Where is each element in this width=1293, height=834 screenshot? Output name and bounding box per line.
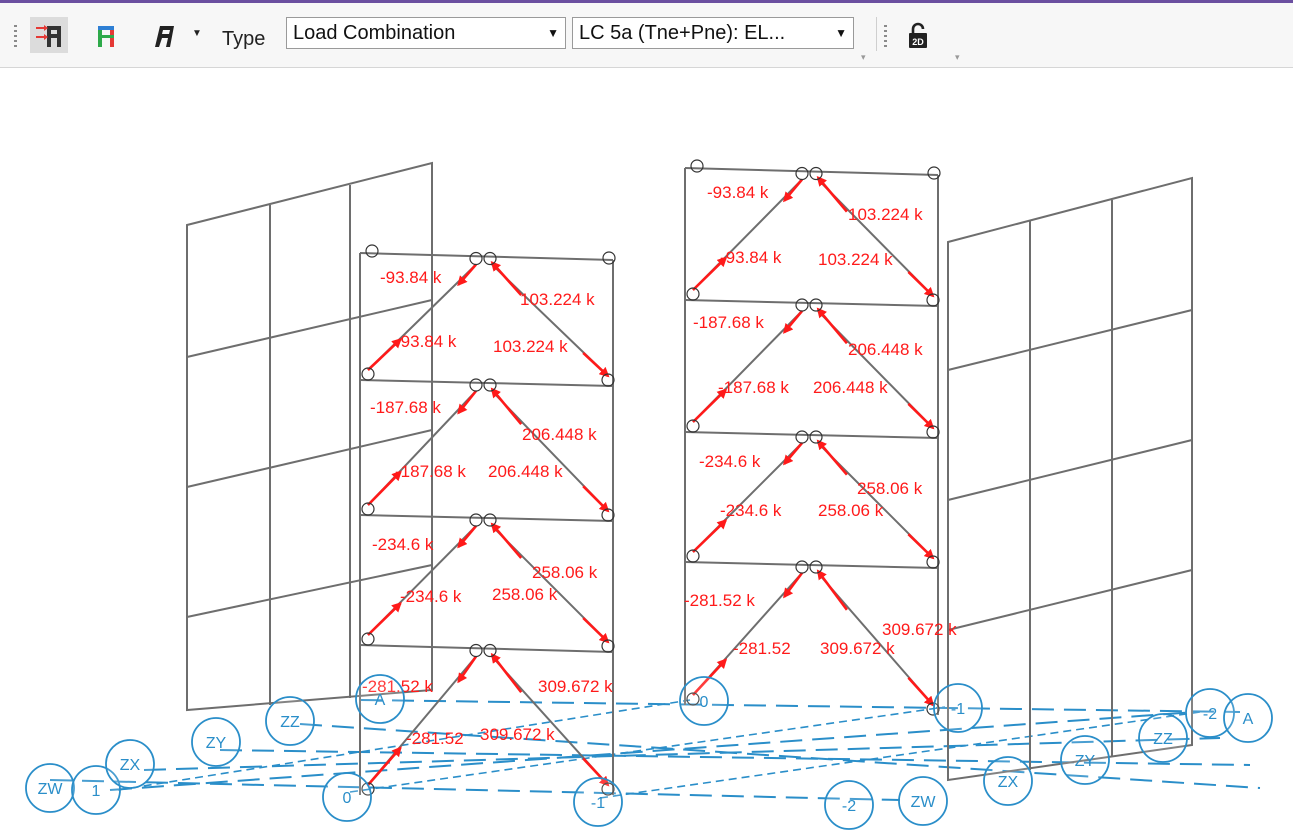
right-frame-force-arrow bbox=[816, 307, 848, 345]
grid-bubble-zx: ZX bbox=[998, 774, 1019, 791]
left-frame-force-label-left: -234.6 k bbox=[400, 587, 462, 606]
left-frame-force-label-right: 258.06 k bbox=[492, 585, 558, 604]
right-frame-force-arrow bbox=[782, 178, 803, 203]
left-frame-force-arrow bbox=[457, 263, 477, 287]
right-frame-force-label-left: -234.6 k bbox=[720, 501, 782, 520]
right-frame-force-label-right: 206.448 k bbox=[813, 378, 888, 397]
left-frame-force-label-left: -234.6 k bbox=[372, 535, 434, 554]
left-frame-force-label-left: -281.52 bbox=[406, 729, 464, 748]
right-frame-force-arrow bbox=[816, 175, 848, 213]
force-labels: -93.84 k 103.224 k -93.84 k 103.224 k -187.6… bbox=[362, 183, 957, 748]
grid-bubble-minus1: -1 bbox=[951, 701, 965, 718]
right-frame-force-label-left: -281.52 k bbox=[684, 591, 755, 610]
left-frame-force-label-right: 258.06 k bbox=[532, 563, 598, 582]
right-frame-hinge bbox=[795, 430, 809, 444]
left-frame-force-label-right: 103.224 k bbox=[520, 290, 595, 309]
right-frame-force-label-left: -187.68 k bbox=[693, 313, 764, 332]
left-frame-force-arrow bbox=[490, 522, 523, 559]
right-frame-force-arrow bbox=[782, 442, 803, 466]
model-viewport[interactable]: -93.84 k 103.224 k -93.84 k 103.224 k -187.6… bbox=[0, 0, 1293, 834]
left-frame-force-arrow bbox=[490, 387, 523, 426]
left-frame-force-label-right: 309.672 k bbox=[480, 725, 555, 744]
grid-bubble-a: A bbox=[1243, 711, 1254, 728]
right-frame-force-label-right: 258.06 k bbox=[818, 501, 884, 520]
right-frame-force-label-left: -234.6 k bbox=[699, 452, 761, 471]
left-frame-force-arrow bbox=[367, 601, 402, 636]
right-frame-force-label-left: -187.68 k bbox=[718, 378, 789, 397]
left-frame-force-label-left: -187.68 k bbox=[395, 462, 466, 481]
left-frame-hinge bbox=[469, 513, 483, 527]
right-frame-force-label-left: -93.84 k bbox=[707, 183, 769, 202]
right-frame-hinge bbox=[690, 159, 704, 173]
left-frame-force-arrow bbox=[582, 485, 610, 513]
left-frame-hinge bbox=[469, 378, 483, 392]
right-frame-hinge bbox=[809, 298, 823, 312]
left-frame-force-arrow bbox=[582, 351, 610, 378]
grid-bubble-zy: ZY bbox=[206, 735, 227, 752]
grid-bubble-0: 0 bbox=[343, 790, 352, 807]
grid-bubble-zw: ZW bbox=[38, 781, 64, 798]
right-frame-force-arrow bbox=[782, 310, 803, 334]
right-frame-hinge bbox=[795, 298, 809, 312]
left-frame-force-label-right: 206.448 k bbox=[488, 462, 563, 481]
grid-bubble-minus2: -2 bbox=[1203, 706, 1217, 723]
left-frame-hinge bbox=[602, 251, 616, 265]
grid-bubble-minus2: -2 bbox=[842, 798, 856, 815]
left-frame-hinge bbox=[483, 513, 497, 527]
right-frame-hinge bbox=[927, 166, 941, 180]
left-frame-force-label-right: 103.224 k bbox=[493, 337, 568, 356]
right-frame-force-label-left: -93.84 k bbox=[720, 248, 782, 267]
left-frame-force-label-right: 309.672 k bbox=[538, 677, 613, 696]
grid-bubble-zw: ZW bbox=[911, 794, 937, 811]
right-frame-hinge bbox=[795, 560, 809, 574]
right-frame-force-arrow bbox=[907, 402, 935, 430]
left-frame-hinge bbox=[483, 643, 497, 658]
left-frame-force-label-left: -93.84 k bbox=[395, 332, 457, 351]
left-frame-beam bbox=[359, 514, 614, 522]
right-frame-hinge bbox=[809, 166, 823, 181]
left-frame-hinge bbox=[483, 251, 497, 266]
left-frame-hinge bbox=[483, 378, 497, 392]
right-frame-force-label-left: -281.52 bbox=[733, 639, 791, 658]
left-frame-force-label-left: -187.68 k bbox=[370, 398, 441, 417]
right-frame-force-label-right: 103.224 k bbox=[818, 250, 893, 269]
right-frame-hinge bbox=[795, 166, 809, 181]
left-frame-force-arrow bbox=[490, 652, 523, 694]
left-frame-hinge bbox=[469, 251, 483, 266]
right-frame-hinge bbox=[809, 430, 823, 444]
left-frame-force-arrow bbox=[367, 746, 402, 786]
left-frame-force-arrow bbox=[457, 655, 478, 684]
grid-bubble-zz: ZZ bbox=[280, 714, 300, 731]
grid-bubble-zz: ZZ bbox=[1153, 731, 1173, 748]
grid-bubble-0: 0 bbox=[700, 694, 709, 711]
right-frame-force-label-right: 309.672 k bbox=[882, 620, 957, 639]
right-frame-force-label-right: 309.672 k bbox=[820, 639, 895, 658]
right-frame-force-arrow bbox=[907, 270, 935, 298]
right-frame-force-arrow bbox=[907, 533, 935, 560]
right-frame-force-label-right: 103.224 k bbox=[848, 205, 923, 224]
left-frame-force-arrow bbox=[457, 390, 478, 415]
left-frame-force-arrow bbox=[582, 617, 610, 644]
left-frame-force-arrow bbox=[490, 261, 523, 297]
left-frame-hinge bbox=[365, 244, 379, 258]
right-frame-force-arrow bbox=[816, 569, 848, 611]
right-frame-force-label-right: 206.448 k bbox=[848, 340, 923, 359]
grid-bubble-a: A bbox=[375, 692, 386, 709]
grid-bubbles: ZW 1 ZX ZY ZZ A 0 -1 0 -1 -2 ZW ZX ZY ZZ -2 A bbox=[25, 674, 1273, 830]
right-frame-force-arrow bbox=[907, 676, 935, 707]
grid-bubble-zy: ZY bbox=[1075, 753, 1096, 770]
right-frame-hinge bbox=[809, 560, 823, 574]
right-frame-force-arrow bbox=[783, 572, 804, 599]
left-frame-beam bbox=[359, 379, 614, 387]
right-frame-force-arrow bbox=[692, 518, 728, 553]
left-frame-hinge bbox=[469, 643, 483, 658]
left-frame-force-label-right: 206.448 k bbox=[522, 425, 597, 444]
grid-bubble-zx: ZX bbox=[120, 757, 141, 774]
left-frame-force-label-left: -93.84 k bbox=[380, 268, 442, 287]
grid-bubble-1: 1 bbox=[92, 783, 101, 800]
right-frame-force-label-right: 258.06 k bbox=[857, 479, 923, 498]
left-frame-force-arrow bbox=[457, 525, 477, 549]
right-frame-force-arrow bbox=[816, 439, 848, 476]
grid-bubble-minus1: -1 bbox=[591, 795, 605, 812]
